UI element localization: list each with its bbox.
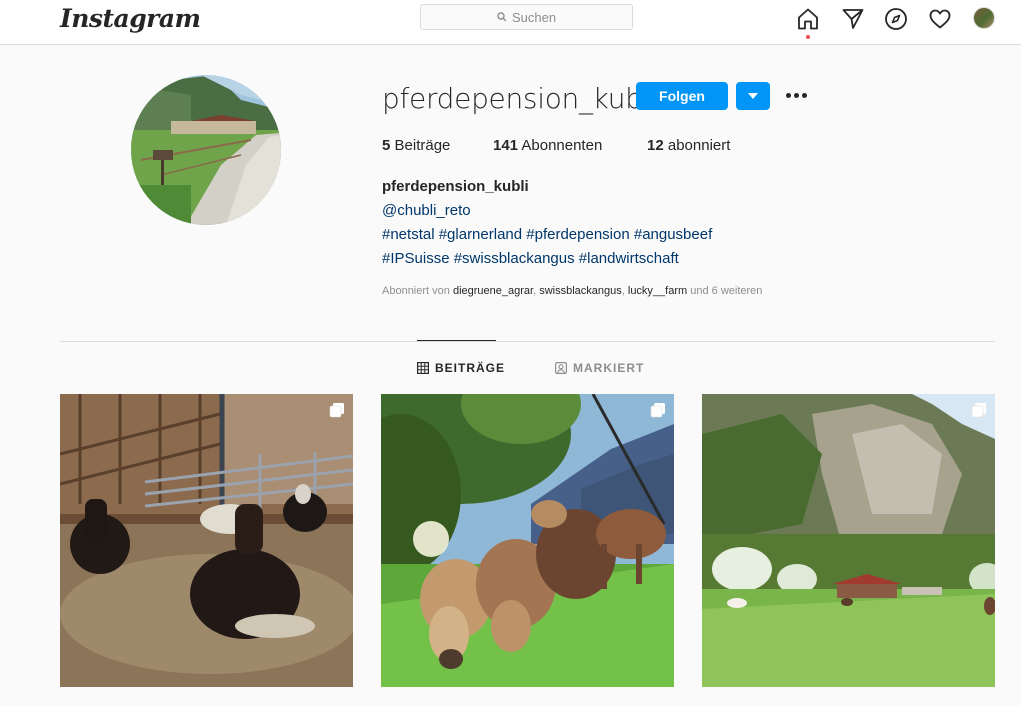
search-input[interactable]: Suchen — [420, 4, 633, 30]
post-horses-in-stable[interactable] — [60, 394, 353, 687]
direct-icon[interactable] — [841, 7, 865, 31]
posts-label: Beiträge — [394, 137, 451, 154]
stat-followers[interactable]: 141 Abonnenten — [493, 137, 602, 154]
post-mountain-pasture-farm[interactable] — [702, 394, 995, 687]
stat-posts: 5 Beiträge — [382, 137, 450, 154]
stat-following[interactable]: 12 abonniert — [647, 137, 730, 154]
activity-heart-icon[interactable] — [928, 7, 952, 31]
followed-by-account[interactable]: swissblackangus — [539, 285, 622, 297]
post-cows-in-meadow[interactable] — [381, 394, 674, 687]
search-icon — [497, 12, 507, 22]
active-tab-indicator — [417, 340, 496, 341]
profile-avatar[interactable] — [973, 7, 995, 29]
dot-icon — [785, 92, 791, 98]
home-icon[interactable] — [796, 7, 820, 31]
bio-full-name: pferdepension_kubli — [382, 178, 529, 195]
tab-posts[interactable]: BEITRÄGE — [417, 361, 505, 375]
more-options-button[interactable] — [783, 80, 809, 110]
tabs-divider — [60, 341, 995, 342]
bio-hashtags-line-2[interactable]: #IPSuisse #swissblackangus #landwirtscha… — [382, 250, 679, 267]
grid-icon — [417, 362, 429, 374]
following-count: 12 — [647, 137, 664, 154]
followers-count: 141 — [493, 137, 519, 154]
followed-by-suffix: und 6 weiteren — [690, 285, 763, 297]
followed-by-account[interactable]: lucky__farm — [628, 285, 687, 297]
multiple-photos-icon — [971, 403, 986, 418]
followed-by-prefix: Abonniert von — [382, 285, 450, 297]
following-label: abonniert — [667, 137, 731, 154]
dot-icon — [801, 92, 807, 98]
multiple-photos-icon — [329, 403, 344, 418]
tab-posts-label: BEITRÄGE — [435, 361, 506, 375]
tab-tagged-label: MARKIERT — [573, 361, 645, 375]
tagged-icon — [555, 362, 567, 374]
tab-tagged[interactable]: MARKIERT — [555, 361, 644, 375]
top-navigation-bar: Instagram Suchen — [0, 0, 1021, 45]
explore-icon[interactable] — [884, 7, 908, 31]
followed-by-account[interactable]: diegruene_agrar — [453, 285, 533, 297]
profile-picture[interactable] — [131, 75, 281, 225]
bio-hashtags-line-1[interactable]: #netstal #glarnerland #pferdepension #an… — [382, 226, 712, 243]
instagram-logo[interactable]: Instagram — [60, 4, 201, 33]
dot-icon — [793, 92, 799, 98]
follow-button[interactable]: Folgen — [636, 82, 728, 110]
followed-by-text[interactable]: Abonniert von diegruene_agrar, swissblac… — [382, 285, 762, 297]
bio-mention-link[interactable]: @chubli_reto — [382, 202, 471, 219]
followers-label: Abonnenten — [521, 137, 603, 154]
search-placeholder: Suchen — [511, 9, 557, 25]
profile-username: pferdepension_kubli — [382, 82, 658, 115]
posts-count: 5 — [382, 137, 391, 154]
caret-down-icon — [748, 93, 758, 99]
notification-dot — [806, 35, 810, 39]
multiple-photos-icon — [650, 403, 665, 418]
suggestions-dropdown-button[interactable] — [736, 82, 770, 110]
